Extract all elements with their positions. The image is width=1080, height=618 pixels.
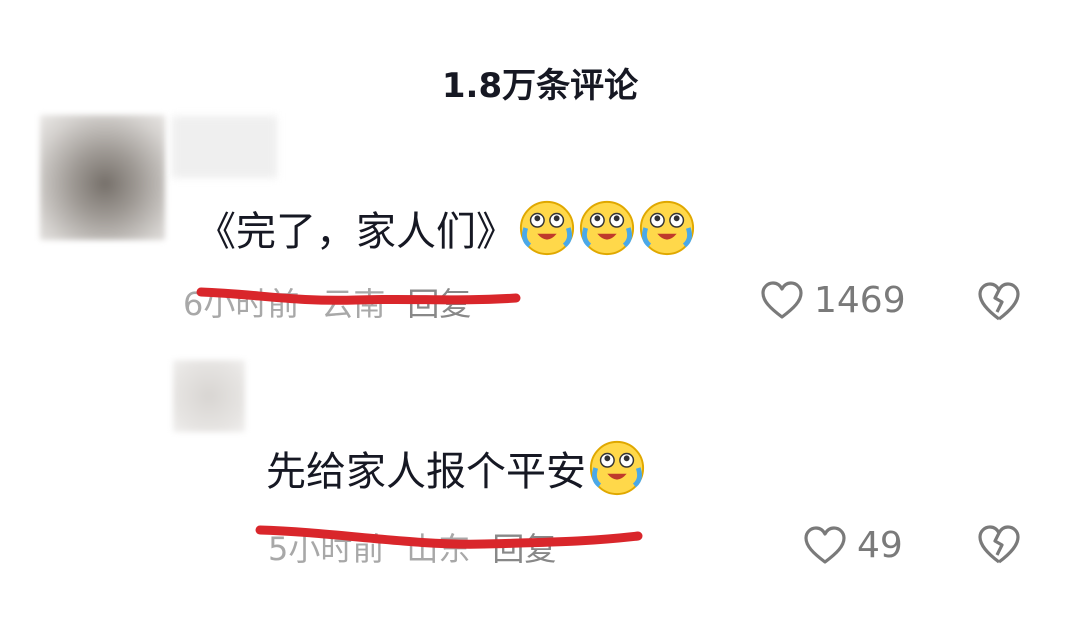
crying-laughing-emoji-icon: [639, 200, 695, 256]
avatar[interactable]: [173, 360, 245, 432]
like-count: 49: [857, 524, 903, 566]
like-button[interactable]: 49: [803, 520, 903, 570]
comment-body: 《完了，家人们》: [196, 209, 516, 255]
crying-laughing-emoji-icon: [519, 200, 575, 256]
comment-meta: 6小时前 云南 回复: [183, 280, 471, 324]
reply-body: 先给家人报个平安: [266, 449, 586, 495]
reply-location: 山东: [406, 530, 471, 568]
comment-count-title: 1.8万条评论: [441, 66, 639, 106]
comment-location: 云南: [321, 285, 386, 323]
crying-laughing-emoji-icon: [579, 200, 635, 256]
username[interactable]: [172, 116, 277, 178]
heart-icon: [804, 526, 846, 564]
reply-meta: 5小时前 山东 回复: [268, 525, 556, 569]
heart-icon: [761, 281, 803, 319]
comment-text: 《完了，家人们》: [196, 200, 696, 256]
comment-time: 6小时前: [183, 285, 300, 323]
reply-time: 5小时前: [268, 530, 385, 568]
reply-button[interactable]: 回复: [492, 524, 556, 570]
like-button[interactable]: 1469: [760, 275, 906, 325]
reply-button[interactable]: 回复: [407, 279, 471, 325]
avatar[interactable]: [40, 115, 165, 240]
broken-heart-icon[interactable]: [976, 280, 1022, 322]
broken-heart-icon[interactable]: [976, 523, 1022, 565]
reply-text: 先给家人报个平安: [266, 440, 646, 496]
crying-laughing-emoji-icon: [589, 440, 645, 496]
like-count: 1469: [814, 279, 906, 321]
